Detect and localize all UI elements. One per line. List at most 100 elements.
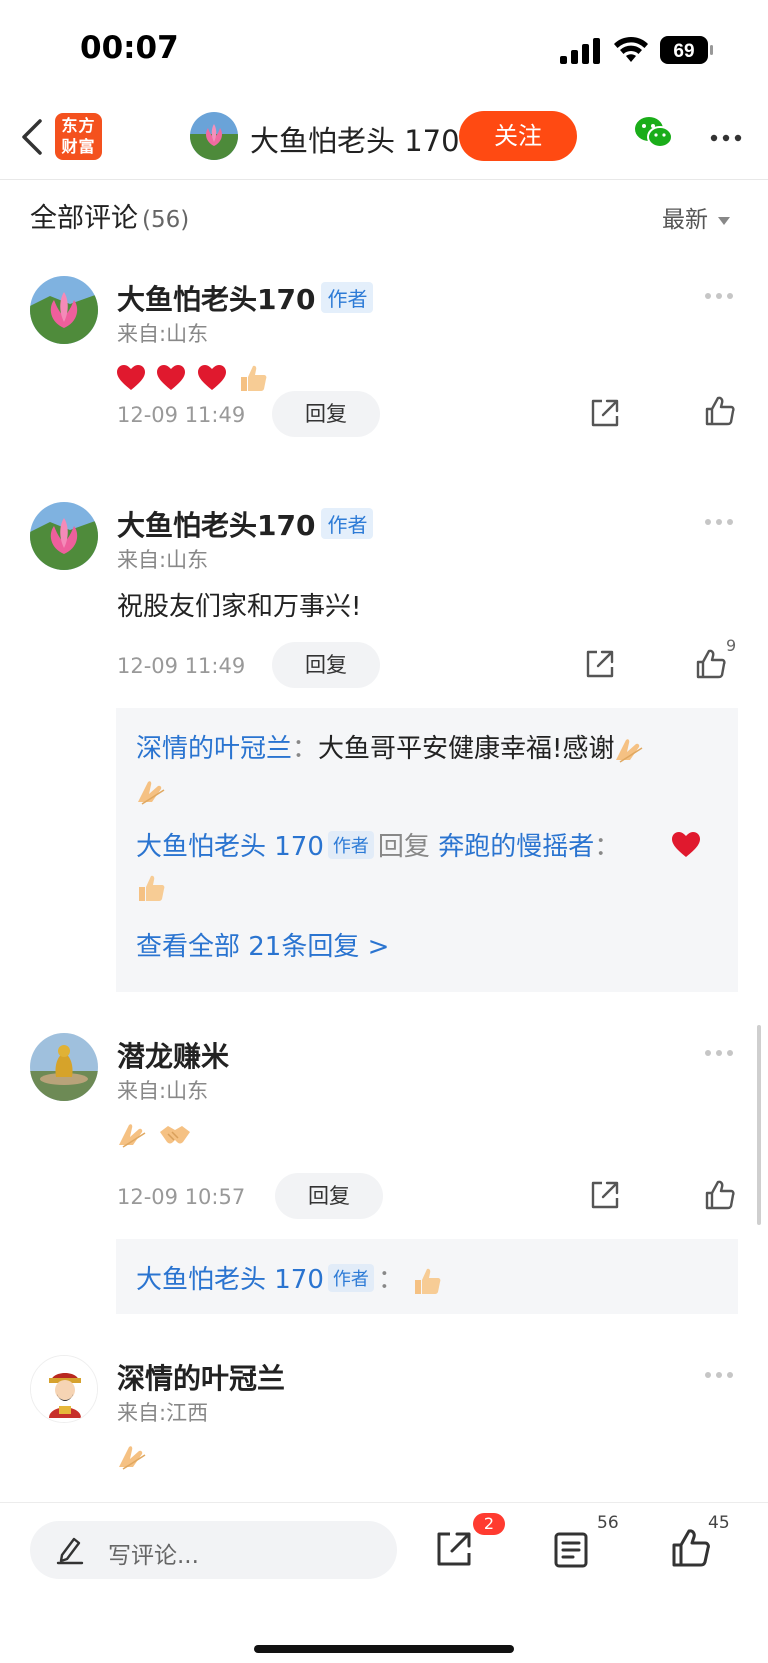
like-count: 9 xyxy=(726,636,737,655)
comments-title: 全部评论 xyxy=(30,203,138,234)
signal-icon xyxy=(560,38,600,64)
thumbs-up-emoji-icon xyxy=(415,1268,441,1294)
comment-date: 12-09 11:49 xyxy=(117,654,246,678)
commenter-name[interactable]: 潜龙赚米 xyxy=(117,1035,229,1075)
heart-emoji-icon xyxy=(197,364,226,390)
reply-button[interactable]: 回复 xyxy=(272,642,380,688)
commenter-name-text: 大鱼怕老头170 xyxy=(117,509,316,542)
commenter-name-text: 大鱼怕老头170 xyxy=(117,283,316,316)
author-name[interactable]: 大鱼怕老头 170 xyxy=(250,118,460,160)
pen-icon xyxy=(56,1537,84,1565)
share-icon[interactable] xyxy=(584,648,616,680)
comment-item: 潜龙赚米 来自:山东 12-09 10:57 回复 大鱼怕老头 170 作者： xyxy=(0,1033,768,1318)
comment-item: 深情的叶冠兰 来自:江西 xyxy=(0,1355,768,1505)
comment-date: 12-09 11:49 xyxy=(117,403,246,427)
thumbs-up-emoji-icon xyxy=(139,875,165,901)
reply-button[interactable]: 回复 xyxy=(275,1173,383,1219)
comment-placeholder: 写评论... xyxy=(108,1543,199,1569)
avatar[interactable] xyxy=(30,502,98,570)
share-badge: 2 xyxy=(473,1513,505,1535)
comment-count: 56 xyxy=(597,1513,619,1533)
reply-line-continued xyxy=(136,776,170,806)
reply-target-link[interactable]: 奔跑的慢摇者 xyxy=(438,832,594,862)
comment-input[interactable]: 写评论... xyxy=(30,1521,397,1579)
reply-user-link[interactable]: 大鱼怕老头 170 xyxy=(136,832,324,862)
battery-icon: 69 xyxy=(660,36,713,64)
reply-user-link[interactable]: 大鱼怕老头 170 xyxy=(136,1265,324,1295)
comments-header: 全部评论 (56) xyxy=(30,196,189,235)
status-time: 00:07 xyxy=(80,30,179,66)
reply-thread: 大鱼怕老头 170 作者： xyxy=(116,1239,738,1314)
sort-dropdown[interactable]: 最新 xyxy=(662,200,730,234)
wechat-icon[interactable] xyxy=(634,116,674,150)
handshake-emoji-icon xyxy=(160,1125,191,1143)
reply-verb: 回复 xyxy=(377,832,430,862)
commenter-location: 来自:山东 xyxy=(117,322,209,346)
sort-label: 最新 xyxy=(662,207,708,233)
comment-emojis xyxy=(117,362,272,393)
like-icon[interactable] xyxy=(704,395,736,427)
heart-emoji-icon xyxy=(117,364,145,390)
nav-bar: 东方 财富 大鱼怕老头 170 关注 xyxy=(0,100,768,180)
like-count: 45 xyxy=(708,1513,730,1533)
author-badge: 作者 xyxy=(327,1264,374,1292)
back-icon[interactable] xyxy=(18,117,48,157)
avatar[interactable] xyxy=(30,276,98,344)
like-icon[interactable] xyxy=(670,1527,712,1569)
app-logo[interactable]: 东方 财富 xyxy=(55,113,102,160)
reply-line: 大鱼怕老头 170 作者 回复 奔跑的慢摇者： xyxy=(136,826,620,863)
praying-hands-emoji-icon xyxy=(138,780,165,805)
share-icon[interactable] xyxy=(589,397,621,429)
praying-hands-emoji-icon xyxy=(616,738,643,763)
reply-line: 大鱼怕老头 170 作者： xyxy=(136,1259,446,1296)
bottom-action-bar: 写评论... 2 56 45 xyxy=(0,1502,768,1663)
reply-user-link[interactable]: 深情的叶冠兰 xyxy=(136,734,292,764)
comment-list-icon[interactable] xyxy=(553,1531,589,1569)
heart-emoji-icon xyxy=(672,832,700,857)
comment-emojis xyxy=(117,1441,151,1471)
reply-thread: 深情的叶冠兰：大鱼哥平安健康幸福!感谢 大鱼怕老头 170 作者 回复 奔跑的慢摇者… xyxy=(116,708,738,992)
wifi-icon xyxy=(614,36,648,62)
caret-down-icon xyxy=(718,216,730,225)
reply-text: 大鱼哥平安健康幸福!感谢 xyxy=(318,734,615,764)
author-badge: 作者 xyxy=(327,831,374,859)
status-bar: 00:07 69 xyxy=(0,0,768,100)
comment-text: 祝股友们家和万事兴! xyxy=(117,592,362,622)
avatar[interactable] xyxy=(30,1033,98,1101)
reply-separator: ： xyxy=(594,832,621,862)
comment-more-icon[interactable] xyxy=(704,292,734,300)
author-badge: 作者 xyxy=(321,282,374,313)
avatar[interactable] xyxy=(30,1355,98,1423)
follow-button[interactable]: 关注 xyxy=(459,111,577,161)
more-icon[interactable] xyxy=(710,134,742,142)
battery-level: 69 xyxy=(673,41,694,62)
author-avatar[interactable] xyxy=(190,112,238,160)
heart-emoji-icon xyxy=(157,364,186,390)
like-icon[interactable] xyxy=(704,1179,736,1211)
share-icon[interactable] xyxy=(589,1179,621,1211)
comment-emojis xyxy=(117,1119,195,1149)
reply-separator: ： xyxy=(292,734,319,764)
commenter-location: 来自:江西 xyxy=(117,1401,209,1425)
home-indicator xyxy=(254,1645,514,1653)
comment-more-icon[interactable] xyxy=(704,1371,734,1379)
share-icon[interactable] xyxy=(434,1529,474,1569)
reply-line-continued xyxy=(136,872,170,903)
commenter-location: 来自:山东 xyxy=(117,1079,209,1103)
view-all-replies-link[interactable]: 查看全部 21条回复 > xyxy=(136,926,389,963)
scrollbar[interactable] xyxy=(757,1025,761,1225)
commenter-location: 来自:山东 xyxy=(117,548,209,572)
reply-separator: ： xyxy=(377,1265,404,1295)
comment-date: 12-09 10:57 xyxy=(117,1185,246,1209)
like-icon[interactable] xyxy=(695,648,727,680)
comment-more-icon[interactable] xyxy=(704,1049,734,1057)
logo-text-bottom: 财富 xyxy=(61,137,96,156)
comment-more-icon[interactable] xyxy=(704,518,734,526)
reply-line: 深情的叶冠兰：大鱼哥平安健康幸福!感谢 xyxy=(136,728,648,765)
commenter-name[interactable]: 深情的叶冠兰 xyxy=(117,1357,285,1397)
thumbs-up-emoji-icon xyxy=(240,365,267,391)
commenter-name[interactable]: 大鱼怕老头170 作者 xyxy=(117,504,374,544)
commenter-name[interactable]: 大鱼怕老头170 作者 xyxy=(117,278,374,318)
reply-button[interactable]: 回复 xyxy=(272,391,380,437)
author-badge: 作者 xyxy=(321,508,374,539)
